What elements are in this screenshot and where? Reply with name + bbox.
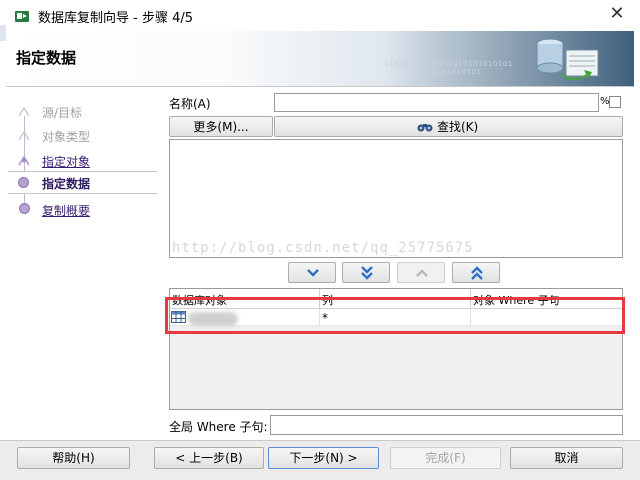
- nav-step-icon: [19, 203, 30, 214]
- name-label: 名称(A): [169, 97, 211, 111]
- move-down-icon: [307, 269, 319, 277]
- wildcard-checkbox[interactable]: [609, 96, 621, 108]
- nav-item-copy-summary[interactable]: 复制概要: [14, 199, 157, 221]
- back-button[interactable]: < 上一步(B): [154, 447, 264, 469]
- nav-current-icon: [18, 177, 29, 188]
- next-button[interactable]: 下一步(N) >: [268, 447, 379, 469]
- global-where-label: 全局 Where 子句:: [169, 420, 268, 434]
- close-icon[interactable]: ✕: [606, 4, 628, 26]
- highlight-annotation: [165, 297, 625, 334]
- move-up-button[interactable]: [397, 262, 445, 283]
- app-icon: [14, 8, 30, 24]
- move-all-down-icon: [361, 266, 373, 280]
- find-button-label: 查找(K): [437, 120, 479, 134]
- nav-label[interactable]: 复制概要: [42, 202, 90, 219]
- page-title: 指定数据: [16, 49, 77, 67]
- nav-label: 源/目标: [42, 106, 83, 120]
- header-binary-text-2: 010101010101: [422, 68, 482, 76]
- wizard-graphic-icon: [528, 34, 604, 82]
- help-button[interactable]: 帮助(H): [17, 447, 130, 469]
- move-all-up-icon: [471, 266, 483, 280]
- watermark-text: http://blog.csdn.net/qq_25775675: [172, 240, 474, 256]
- header-divider: [6, 86, 634, 87]
- finish-button[interactable]: 完成(F): [390, 447, 501, 469]
- cancel-button[interactable]: 取消: [510, 447, 623, 469]
- find-button[interactable]: 查找(K): [274, 116, 623, 137]
- nav-label: 指定数据: [42, 177, 91, 191]
- nav-label[interactable]: 指定对象: [42, 153, 90, 170]
- header-binary-text: 01010101010101010101010101: [384, 60, 513, 68]
- move-all-down-button[interactable]: [342, 262, 390, 283]
- name-input[interactable]: [274, 93, 599, 112]
- nav-item-specify-objects[interactable]: 指定对象: [14, 150, 157, 172]
- move-up-icon: [416, 269, 428, 277]
- move-down-button[interactable]: [288, 262, 336, 283]
- binoculars-icon: [417, 124, 433, 132]
- window-title: 数据库复制向导 - 步骤 4/5: [38, 11, 194, 26]
- nav-disabled-icon: [18, 106, 30, 117]
- nav-disabled-icon: [18, 130, 30, 141]
- more-button[interactable]: 更多(M)...: [169, 116, 273, 137]
- move-all-up-button[interactable]: [452, 262, 500, 283]
- nav-item-specify-data: 指定数据: [8, 171, 157, 194]
- nav-item-source-target: 源/目标: [14, 101, 157, 123]
- global-where-input[interactable]: [270, 415, 623, 435]
- nav-label: 对象类型: [42, 130, 91, 144]
- nav-item-object-types: 对象类型: [14, 125, 157, 147]
- nav-step-icon: [18, 155, 30, 166]
